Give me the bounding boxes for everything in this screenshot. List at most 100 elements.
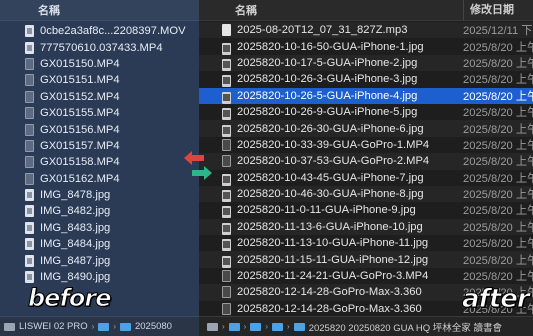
file-name: IMG_8482.jpg [40, 205, 111, 218]
image-icon [222, 255, 231, 268]
path-drive-label[interactable]: LISWEI 02 PRO [19, 321, 88, 332]
left-file-row[interactable]: GX015152.MP4 [0, 89, 199, 105]
file-date: 2025/8/20 上午 [463, 172, 533, 185]
movie-icon [25, 172, 34, 185]
right-file-row[interactable]: 2025820-10-43-45-GUA-iPhone-7.jpg 2025/8/… [199, 170, 533, 186]
drive-icon [4, 322, 15, 331]
path-folder-label[interactable]: 2025820 20250820 GUA HQ 坪林全家 讀書會 [309, 320, 502, 334]
right-file-row[interactable]: 2025820-10-16-50-GUA-iPhone-1.jpg 2025/8/… [199, 38, 533, 55]
file-date: 2025/8/20 上午 [463, 139, 533, 152]
doc-icon [25, 41, 34, 54]
path-separator-icon: › [287, 322, 290, 331]
file-name: 2025820-11-13-6-GUA-iPhone-10.jpg [237, 220, 423, 233]
right-file-row[interactable]: 2025820-10-17-5-GUA-iPhone-2.jpg 2025/8/2… [199, 54, 533, 72]
left-file-row[interactable]: GX015158.MP4 [0, 154, 199, 170]
drive-icon [207, 322, 218, 331]
file-name: 2025820-10-26-5-GUA-iPhone-4.jpg [237, 89, 418, 102]
left-file-row[interactable]: IMG_8487.jpg [0, 252, 199, 268]
left-file-row[interactable]: GX015155.MP4 [0, 105, 199, 121]
right-file-row[interactable]: 2025820-10-26-3-GUA-iPhone-3.jpg 2025/8/2… [199, 71, 533, 88]
file-date: 2025/8/20 上午 [463, 271, 533, 284]
movie-icon [25, 156, 34, 169]
left-file-row[interactable]: GX015157.MP4 [0, 138, 199, 154]
file-name: 2025820-10-26-3-GUA-iPhone-3.jpg [237, 73, 418, 86]
right-file-row[interactable]: 2025820-10-26-30-GUA-iPhone-6.jpg 2025/8/… [199, 120, 533, 137]
left-file-row[interactable]: 777570610.037433.MP4 [0, 39, 199, 55]
left-file-row[interactable]: IMG_8483.jpg [0, 220, 199, 236]
path-folder-label[interactable]: 2025080 [135, 321, 172, 332]
left-file-row[interactable]: IMG_8482.jpg [0, 203, 199, 219]
image-icon [222, 124, 231, 137]
folder-icon [98, 322, 110, 331]
right-file-row[interactable]: 2025820-10-26-9-GUA-iPhone-5.jpg 2025/8/2… [199, 104, 533, 121]
file-name: GX015162.MP4 [40, 172, 120, 185]
right-file-row[interactable]: 2025820-10-37-53-GUA-GoPro-2.MP4 2025/8/2… [199, 153, 533, 170]
file-name: 2025820-10-37-53-GUA-GoPro-2.MP4 [237, 155, 430, 168]
right-file-row[interactable]: 2025-08-20T12_07_31_827Z.mp3 2025/12/11 下 [199, 22, 533, 39]
left-file-row[interactable]: GX015151.MP4 [0, 72, 199, 88]
left-file-row[interactable]: 0cbe2a3af8c...2208397.MOV [0, 23, 199, 39]
left-path-bar: LISWEI 02 PRO › › 2025080 [0, 316, 199, 336]
right-file-row[interactable]: 2025820-11-15-11-GUA-iPhone-12.jpg 2025/8… [199, 251, 533, 268]
file-name: 2025820-10-26-9-GUA-iPhone-5.jpg [237, 106, 418, 119]
doc-icon [25, 205, 34, 218]
file-name: 2025820-10-46-30-GUA-iPhone-8.jpg [237, 188, 424, 201]
doc-icon [25, 238, 34, 251]
left-file-list: 0cbe2a3af8c...2208397.MOV 777570610.03743… [0, 23, 199, 285]
left-file-row[interactable]: GX015156.MP4 [0, 121, 199, 137]
image-icon [222, 173, 231, 186]
file-date: 2025/8/20 上午 [463, 254, 533, 267]
movie-icon [25, 90, 34, 103]
file-name: 2025820-10-33-39-GUA-GoPro-1.MP4 [237, 138, 430, 151]
left-file-row[interactable]: GX015162.MP4 [0, 171, 199, 187]
left-name-column-header[interactable]: 名稱 [0, 0, 199, 21]
date-column-header[interactable]: 修改日期 [463, 0, 514, 21]
file-date: 2025/8/20 上午 [463, 205, 533, 218]
file-name: 2025-08-20T12_07_31_827Z.mp3 [237, 24, 408, 37]
right-file-row[interactable]: 2025820-11-13-10-GUA-iPhone-11.jpg 2025/8… [199, 235, 533, 252]
left-file-row[interactable]: IMG_8490.jpg [0, 269, 199, 285]
file-name: 0cbe2a3af8c...2208397.MOV [40, 25, 186, 38]
folder-icon [293, 322, 305, 331]
image-icon [222, 108, 231, 121]
file-name: IMG_8478.jpg [40, 189, 111, 202]
image-icon [222, 42, 231, 55]
file-name: 2025820-10-43-45-GUA-iPhone-7.jpg [237, 171, 424, 184]
doc-icon [25, 271, 34, 284]
image-icon [222, 206, 231, 219]
file-name: IMG_8484.jpg [40, 238, 111, 251]
doc-icon [25, 189, 34, 202]
name-column-header[interactable]: 名稱 [235, 2, 257, 18]
right-file-row[interactable]: 2025820-10-46-30-GUA-iPhone-8.jpg 2025/8/… [199, 185, 533, 203]
audio-icon [222, 24, 231, 36]
left-file-row[interactable]: IMG_8484.jpg [0, 236, 199, 252]
file-date: 2025/8/20 上午 [463, 41, 533, 54]
file-name: 2025820-12-14-28-GoPro-Max-3.360 [237, 302, 422, 315]
file-name: IMG_8490.jpg [40, 271, 111, 284]
file-date: 2025/8/20 上午 [463, 221, 533, 234]
file-name: GX015150.MP4 [40, 57, 120, 70]
right-file-row[interactable]: 2025820-11-13-6-GUA-iPhone-10.jpg 2025/8/… [199, 218, 533, 236]
left-arrow-icon [184, 151, 204, 165]
file-name: GX015151.MP4 [40, 74, 120, 87]
right-file-row[interactable]: 2025820-10-33-39-GUA-GoPro-1.MP4 2025/8/2… [199, 137, 533, 153]
left-file-row[interactable]: IMG_8478.jpg [0, 187, 199, 203]
file-date: 2025/12/11 下 [463, 25, 533, 38]
video-icon [222, 302, 231, 315]
video-icon [222, 155, 231, 168]
video-icon [222, 269, 231, 282]
right-file-row[interactable]: 2025820-11-0-11-GUA-iPhone-9.jpg 2025/8/2… [199, 202, 533, 219]
right-file-row[interactable]: 2025820-11-24-21-GUA-GoPro-3.MP4 2025/8/2… [199, 268, 533, 284]
file-date: 2025/8/20 上午 [463, 107, 533, 120]
selected-file-row[interactable]: 2025820-10-26-5-GUA-iPhone-4.jpg 2025/8/2… [199, 87, 533, 104]
file-date: 2025/8/20 上午 [463, 238, 533, 251]
movie-icon [25, 139, 34, 152]
left-file-row[interactable]: GX015150.MP4 [0, 56, 199, 72]
path-separator-icon: › [91, 322, 95, 331]
file-date: 2025/8/20 上午 [463, 123, 533, 136]
video-icon [222, 138, 231, 151]
file-name: 2025820-11-24-21-GUA-GoPro-3.MP4 [237, 270, 429, 283]
file-date: 2025/8/20 上午 [463, 189, 533, 202]
file-name: GX015157.MP4 [40, 139, 120, 152]
folder-icon [272, 322, 284, 331]
